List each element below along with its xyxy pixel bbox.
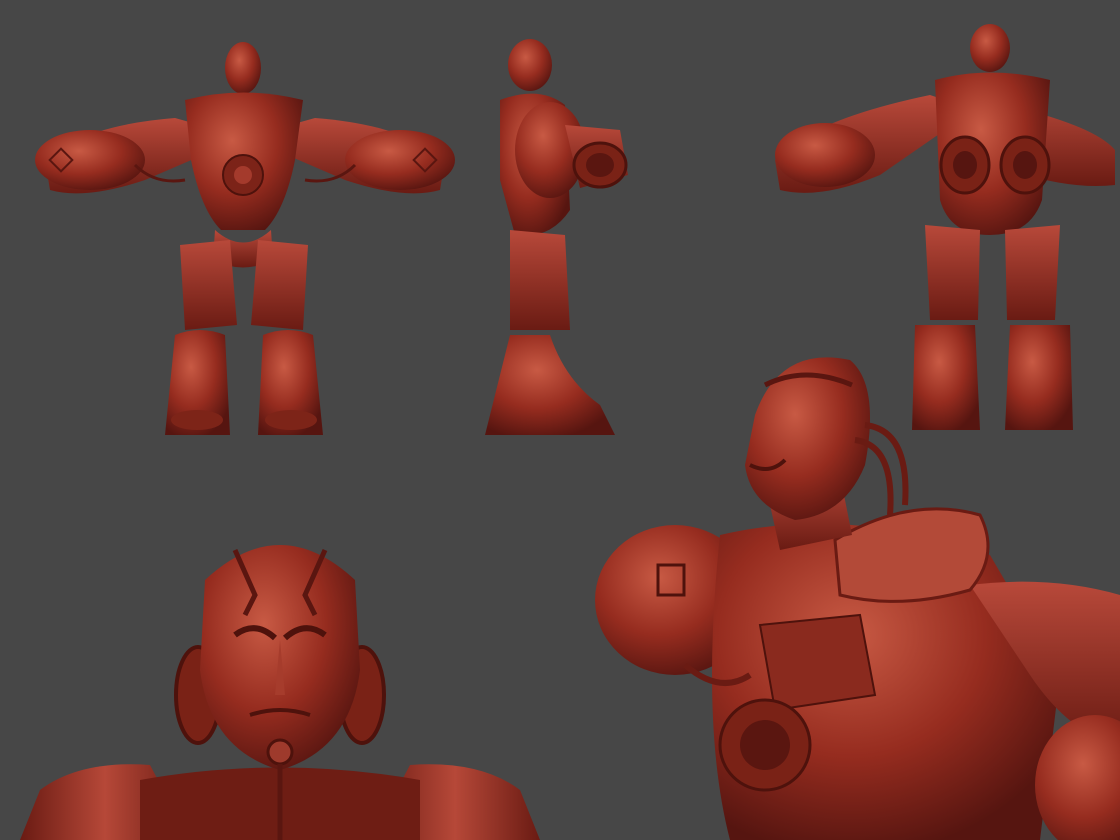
perspective-closeup-render — [590, 345, 1120, 840]
front-view-render — [25, 30, 465, 445]
head-closeup-render — [20, 520, 540, 840]
sculpt-turnaround-canvas — [0, 0, 1120, 840]
perspective-closeup-figure — [595, 357, 1120, 840]
front-view-figure — [35, 42, 455, 435]
head-closeup-figure — [20, 545, 540, 840]
